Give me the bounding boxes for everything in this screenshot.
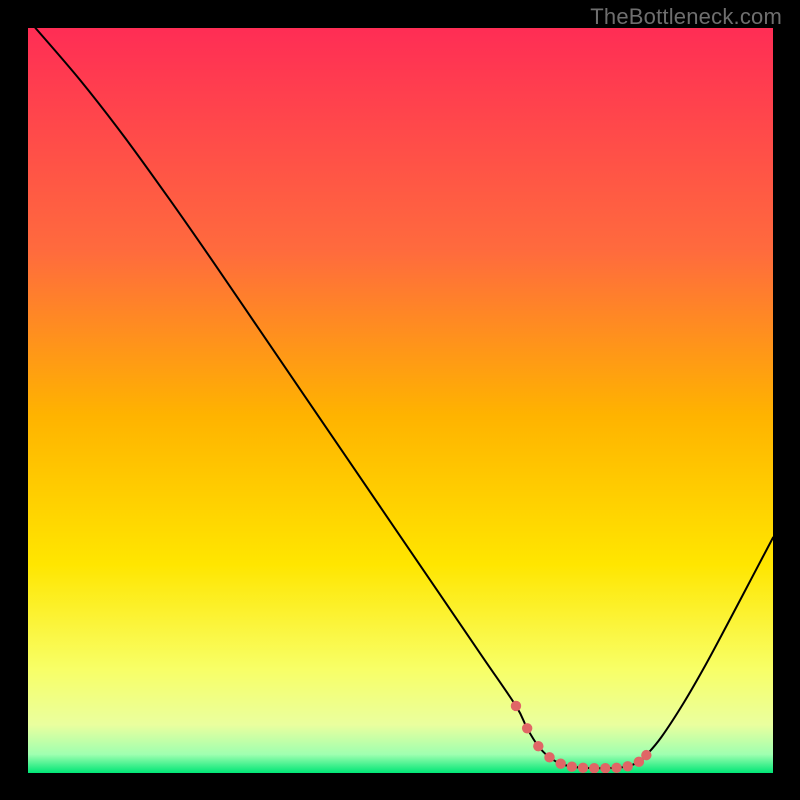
marker-dot <box>578 763 588 773</box>
plot-area <box>28 28 773 773</box>
marker-dot <box>511 701 521 711</box>
attribution-label: TheBottleneck.com <box>590 4 782 30</box>
marker-dot <box>522 723 532 733</box>
marker-dot <box>623 761 633 771</box>
marker-dot <box>589 763 599 773</box>
chart-svg <box>28 28 773 773</box>
marker-dot <box>600 763 610 773</box>
gradient-background <box>28 28 773 773</box>
marker-dot <box>544 752 554 762</box>
marker-dot <box>567 761 577 771</box>
marker-dot <box>611 763 621 773</box>
marker-dot <box>555 758 565 768</box>
marker-dot <box>641 750 651 760</box>
marker-dot <box>533 741 543 751</box>
chart-container: TheBottleneck.com <box>0 0 800 800</box>
